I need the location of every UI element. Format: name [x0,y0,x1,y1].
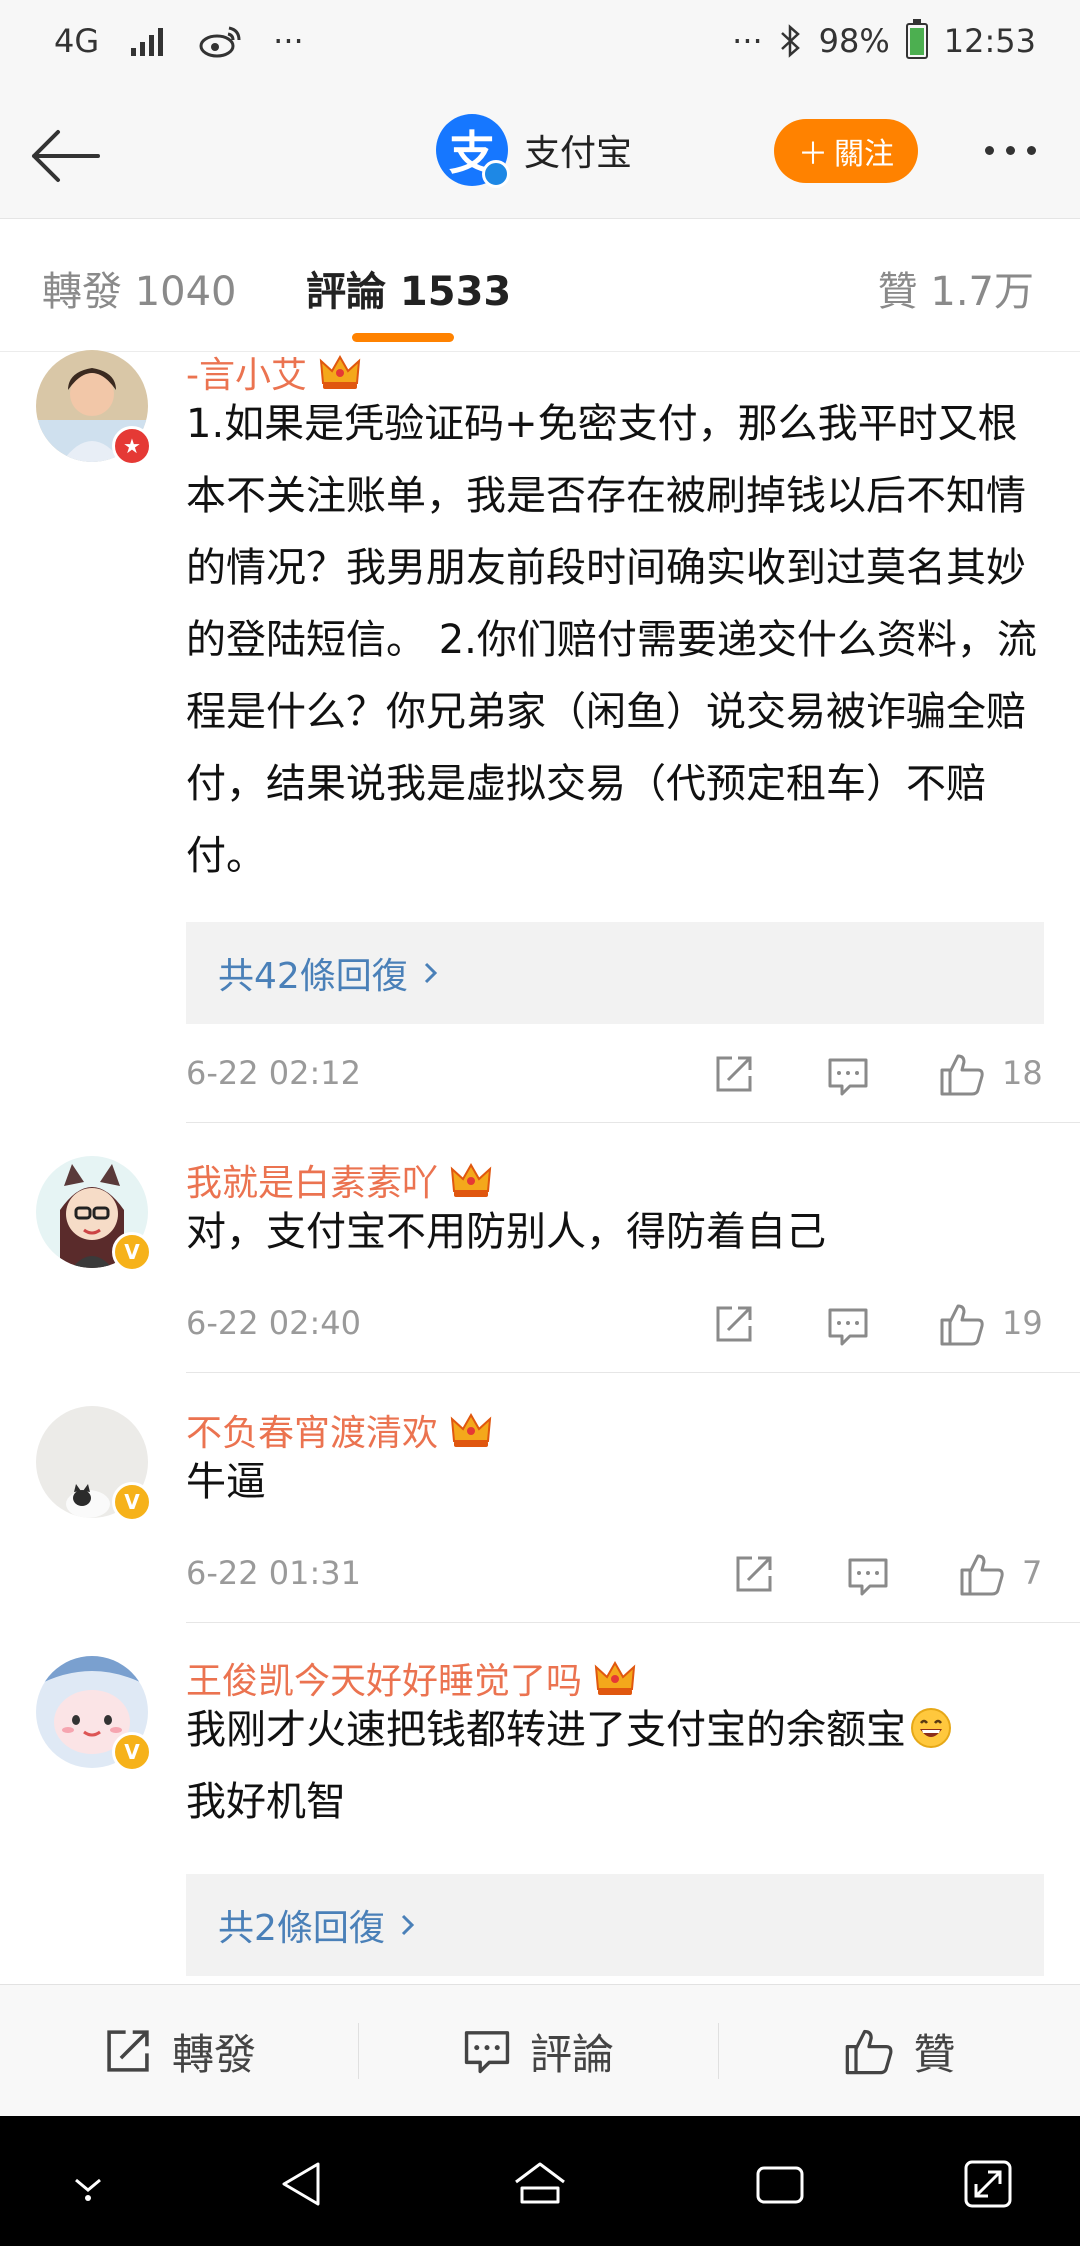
more-options-button[interactable] [970,126,1050,174]
more-dot-icon [984,145,994,155]
back-nav-icon[interactable] [272,2154,332,2214]
active-tab-indicator [352,333,454,342]
clock: 12:53 [943,22,1036,60]
comment-icon[interactable] [846,1554,890,1598]
comment-divider [186,1622,1080,1623]
verified-badge-icon: V [112,1482,152,1522]
comment-divider [186,1122,1080,1123]
comment-button[interactable]: 評論 [359,1985,717,2117]
verified-badge-icon: V [112,1232,152,1272]
comment-time: 6-22 02:40 [186,1304,362,1342]
recent-apps-icon[interactable] [750,2154,810,2214]
tab-comments[interactable]: 評論 1533 [306,259,511,317]
signal-icon [131,28,164,56]
top-nav-bar: 支 支付宝 ＋ 關注 [0,90,1080,218]
home-nav-icon[interactable] [510,2154,570,2214]
comment-time: 6-22 02:12 [186,1054,362,1092]
more-dot-icon [1005,145,1015,155]
comment-text: 对，支付宝不用防别人，得防着自己 [186,1209,826,1255]
more-dot-icon [1026,145,1036,155]
chevron-right-icon [401,1914,415,1936]
vip-crown-icon [450,1162,492,1197]
share-icon[interactable] [712,1302,756,1346]
network-type: 4G [54,22,100,60]
follow-label: 關注 [834,137,894,172]
battery-percent: 98% [818,22,890,60]
laughing-emoji-icon [911,1708,951,1748]
like-icon[interactable] [938,1050,986,1098]
account-info[interactable]: 支 支付宝 [436,114,633,188]
verified-icon [482,160,510,188]
member-badge-icon: ★ [112,426,152,466]
comment-actions: 6-22 01:31 7 [186,1550,1044,1600]
chevron-right-icon [424,962,437,984]
tab-bar: 轉發 1040 評論 1533 贊 1.7万 [0,218,1080,352]
like-button[interactable]: 贊 [719,1985,1080,2117]
back-button[interactable] [24,114,108,198]
battery-icon [905,19,928,59]
system-navigation-bar [0,2116,1080,2246]
comment-time: 6-22 01:31 [186,1554,362,1592]
view-replies-link[interactable]: 共42條回復 [186,922,1044,1024]
vip-crown-icon [594,1660,636,1695]
hide-keyboard-icon[interactable] [58,2154,118,2214]
bluetooth-icon [780,24,800,58]
like-icon [846,2029,893,2075]
avatar[interactable]: V [36,1406,152,1522]
avatar[interactable]: ★ [36,350,152,466]
like-count: 19 [1002,1304,1043,1342]
notification-more: ··· [273,22,304,60]
comment-list: ★ -言小艾 1.如果是凭验证码+免密支付，那么我平时又根本不关注账单，我是否存… [0,350,1080,1984]
account-name: 支付宝 [524,133,633,174]
like-icon[interactable] [958,1550,1006,1598]
avatar[interactable]: V [36,1156,152,1272]
repost-button[interactable]: 轉發 [0,1985,358,2117]
back-arrow-icon [32,130,100,182]
comment-text: 我刚才火速把钱都转进了支付宝的余额宝 我好机智 [186,1694,1046,1838]
like-count: 18 [1002,1054,1043,1092]
comment-actions: 6-22 02:40 19 [186,1300,1044,1350]
comment-text: 1.如果是凭验证码+免密支付，那么我平时又根本不关注账单，我是否存在被刷掉钱以后… [186,401,1037,879]
like-icon[interactable] [938,1300,986,1348]
comment-icon[interactable] [826,1304,870,1348]
share-icon[interactable] [732,1552,776,1596]
comment-actions: 6-22 02:12 18 [186,1050,1044,1100]
comment-text: 牛逼 [186,1459,266,1505]
status-bar: 4G ··· ··· 98% 12:53 [0,0,1080,90]
avatar[interactable]: V [36,1656,152,1772]
share-icon [107,2030,149,2072]
follow-button[interactable]: ＋ 關注 [774,119,918,183]
plus-icon: ＋ [798,137,828,172]
comment-divider [186,1372,1080,1373]
tab-likes[interactable]: 贊 1.7万 [878,259,1034,317]
tab-repost[interactable]: 轉發 1040 [42,259,237,317]
comment-icon [464,2031,510,2074]
like-count: 7 [1022,1554,1043,1592]
status-more: ··· [732,22,763,60]
vip-crown-icon [450,1412,492,1447]
verified-badge-icon: V [112,1732,152,1772]
alipay-logo: 支 [436,114,510,188]
share-icon[interactable] [712,1052,756,1096]
expand-icon[interactable] [958,2154,1018,2214]
comment-icon[interactable] [826,1054,870,1098]
view-replies-link[interactable]: 共2條回復 [186,1874,1044,1976]
vip-crown-icon [319,354,361,389]
weibo-icon [199,26,241,58]
bottom-action-bar: 轉發 評論 贊 [0,1984,1080,2117]
